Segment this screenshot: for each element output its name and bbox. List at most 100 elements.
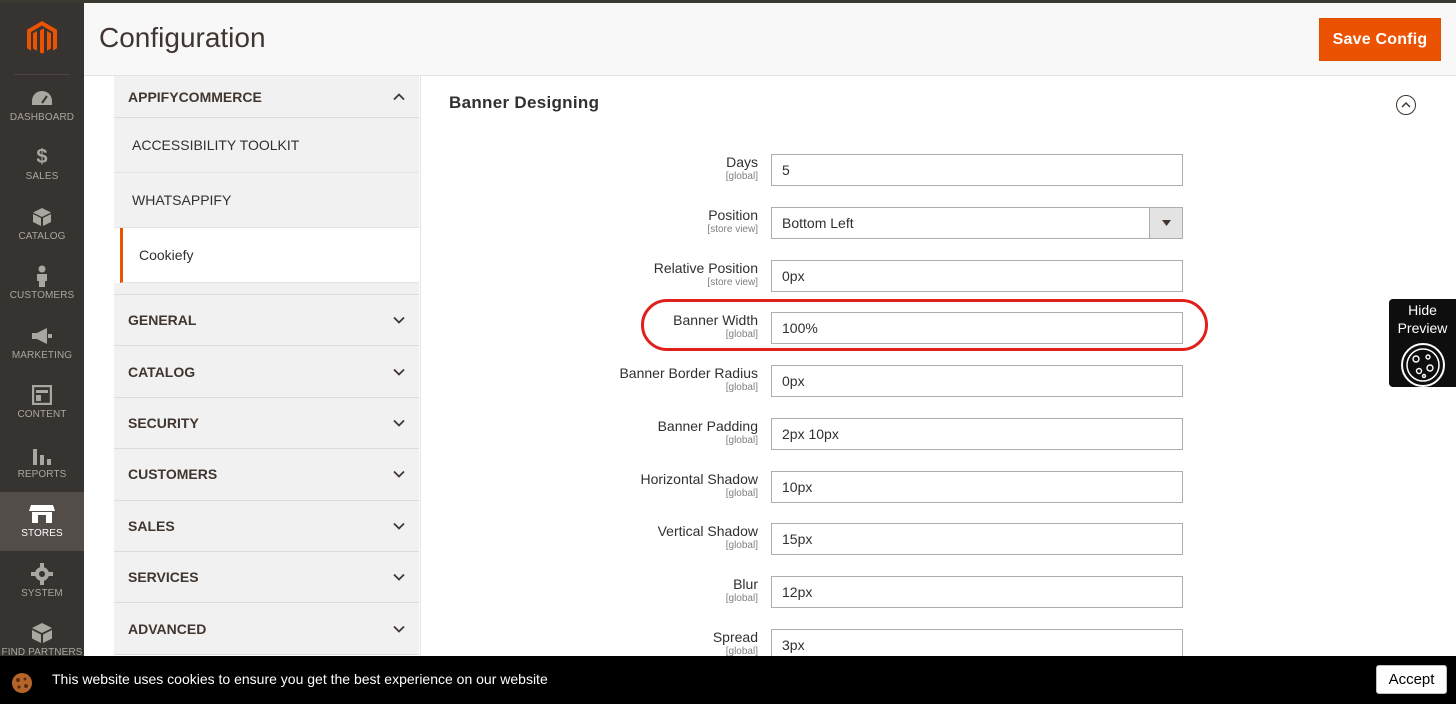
bar-chart-icon	[32, 444, 52, 466]
tab-sales[interactable]: SALES	[114, 500, 419, 552]
accept-button[interactable]: Accept	[1376, 665, 1447, 694]
tab-label: CATALOG	[128, 363, 196, 380]
field-label: Position [store view]	[498, 207, 758, 235]
layout-icon	[32, 384, 52, 406]
field-label-text: Blur	[733, 576, 758, 592]
nav-label: REPORTS	[17, 468, 67, 480]
field-label-text: Position	[708, 207, 758, 223]
blur-input[interactable]: 12px	[771, 576, 1183, 608]
column-divider	[420, 76, 421, 656]
tab-accessibility-toolkit[interactable]: ACCESSIBILITY TOOLKIT	[114, 118, 419, 173]
hide-preview-button[interactable]: Hide Preview	[1389, 299, 1456, 387]
tab-label: SALES	[128, 517, 175, 534]
chevron-down-icon	[393, 317, 405, 324]
field-position: Position [store view] Bottom Left	[560, 207, 1200, 241]
chevron-down-icon	[393, 419, 405, 427]
tab-services[interactable]: SERVICES	[114, 551, 419, 604]
field-horizontal-shadow: Horizontal Shadow [global] 10px	[560, 471, 1200, 505]
nav-label: SALES	[25, 171, 59, 183]
chevron-down-icon	[393, 368, 405, 376]
field-label-text: Banner Padding	[657, 418, 758, 434]
field-days: Days [global] 5	[560, 154, 1200, 188]
dashboard-icon	[31, 87, 53, 109]
banner-border-radius-input[interactable]: 0px	[771, 365, 1183, 397]
horizontal-shadow-input[interactable]: 10px	[771, 471, 1183, 503]
select-value: Bottom Left	[782, 215, 854, 231]
tab-advanced[interactable]: ADVANCED	[114, 603, 419, 655]
gear-icon	[31, 562, 53, 585]
nav-stores[interactable]: STORES	[0, 491, 84, 551]
field-label: Blur [global]	[498, 576, 758, 604]
field-label: Spread [global]	[498, 629, 758, 657]
chevron-down-icon	[393, 471, 405, 479]
tab-label: WHATSAPPIFY	[132, 192, 232, 208]
person-icon	[35, 265, 49, 288]
chevron-down-icon	[393, 625, 405, 633]
field-label: Banner Padding [global]	[498, 418, 758, 446]
field-scope: [global]	[725, 540, 758, 551]
nav-marketing[interactable]: MARKETING	[0, 313, 84, 373]
tab-security[interactable]: SECURITY	[114, 397, 419, 450]
nav-label: DASHBOARD	[9, 111, 75, 123]
cookie-icon	[12, 673, 32, 693]
admin-sidebar: DASHBOARD $ SALES CATALOG CUSTOMERS MARK…	[0, 3, 84, 704]
tab-label: SERVICES	[128, 569, 199, 586]
chevron-up-icon	[1401, 101, 1411, 108]
nav-sales[interactable]: $ SALES	[0, 135, 84, 195]
field-scope: [global]	[725, 593, 758, 604]
chevron-down-icon	[393, 522, 405, 530]
tab-cookiefy[interactable]: Cookiefy	[120, 228, 419, 283]
tab-general[interactable]: GENERAL	[114, 295, 419, 347]
cookie-banner: This website uses cookies to ensure you …	[0, 656, 1456, 704]
page-header: Configuration Save Config	[84, 3, 1456, 76]
tab-label: ADVANCED	[128, 620, 207, 637]
section-title: Banner Designing	[449, 93, 600, 112]
field-label-text: Vertical Shadow	[657, 523, 758, 539]
tab-customers[interactable]: CUSTOMERS	[114, 449, 419, 501]
store-icon	[29, 503, 55, 525]
relative-position-input[interactable]: 0px	[771, 260, 1183, 292]
cookie-banner-text: This website uses cookies to ensure you …	[52, 671, 548, 687]
tab-catalog[interactable]: CATALOG	[114, 346, 419, 398]
field-label-text: Spread	[712, 629, 758, 645]
nav-dashboard[interactable]: DASHBOARD	[0, 75, 84, 135]
tab-label: CUSTOMERS	[128, 466, 218, 483]
field-label-text: Horizontal Shadow	[640, 471, 758, 487]
preview-label: Preview	[1397, 320, 1448, 336]
nav-label: MARKETING	[11, 349, 73, 361]
field-blur: Blur [global] 12px	[560, 576, 1200, 610]
nav-customers[interactable]: CUSTOMERS	[0, 254, 84, 314]
config-tabs: APPIFYCOMMERCE ACCESSIBILITY TOOLKIT WHA…	[114, 76, 419, 656]
section-collapse-toggle[interactable]	[1396, 95, 1416, 115]
field-label-text: Days	[726, 154, 758, 170]
field-label: Banner Border Radius [global]	[498, 365, 758, 393]
nav-label: CATALOG	[18, 230, 66, 242]
field-scope: [global]	[725, 488, 758, 499]
nav-catalog[interactable]: CATALOG	[0, 194, 84, 254]
save-config-button[interactable]: Save Config	[1319, 18, 1441, 61]
position-select[interactable]: Bottom Left	[771, 207, 1183, 239]
nav-label: CUSTOMERS	[9, 290, 75, 302]
nav-content[interactable]: CONTENT	[0, 373, 84, 433]
field-scope: [global]	[725, 382, 758, 393]
preview-label: Hide	[1408, 302, 1437, 318]
dropdown-arrow-icon[interactable]	[1149, 208, 1182, 238]
field-relative-position: Relative Position [store view] 0px	[560, 260, 1200, 294]
days-input[interactable]: 5	[771, 154, 1183, 186]
tab-label: APPIFYCOMMERCE	[128, 88, 262, 105]
field-label-text: Banner Border Radius	[619, 365, 758, 381]
tab-label: Cookiefy	[139, 247, 194, 263]
field-scope: [global]	[725, 171, 758, 182]
tab-appifycommerce[interactable]: APPIFYCOMMERCE	[114, 76, 419, 118]
banner-padding-input[interactable]: 2px 10px	[771, 418, 1183, 450]
field-label: Relative Position [store view]	[498, 260, 758, 288]
tab-whatsappify[interactable]: WHATSAPPIFY	[114, 173, 419, 228]
nav-label: SYSTEM	[21, 587, 63, 599]
magento-logo[interactable]	[14, 3, 70, 75]
field-label-text: Relative Position	[653, 260, 758, 276]
nav-reports[interactable]: REPORTS	[0, 432, 84, 492]
tab-label: SECURITY	[128, 414, 199, 431]
nav-system[interactable]: SYSTEM	[0, 551, 84, 611]
vertical-shadow-input[interactable]: 15px	[771, 523, 1183, 555]
chevron-down-icon	[393, 574, 405, 581]
